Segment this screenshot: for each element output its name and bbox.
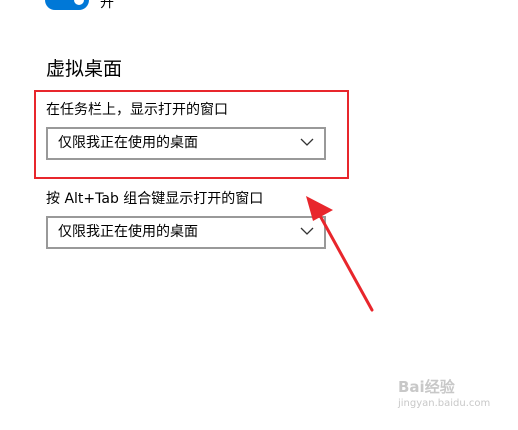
watermark-brand: Bai经验 bbox=[398, 378, 455, 396]
watermark: Bai经验 jingyan.baidu.com bbox=[398, 378, 502, 418]
watermark-url: jingyan.baidu.com bbox=[398, 398, 491, 409]
annotation-arrow-icon bbox=[306, 196, 374, 312]
